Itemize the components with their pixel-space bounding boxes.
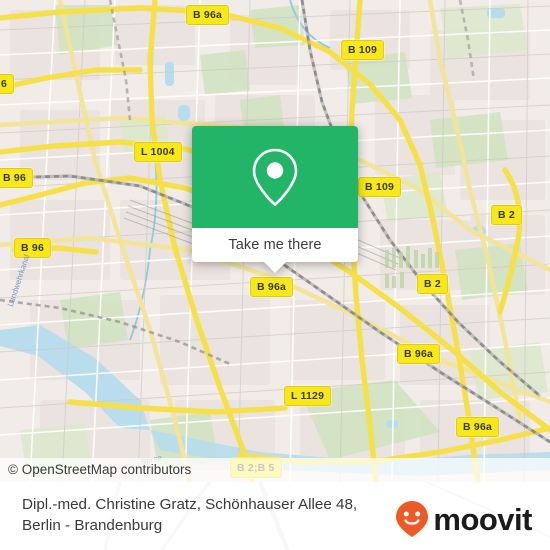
road-shield: B 109 [341, 40, 385, 60]
take-me-there-label: Take me there [228, 237, 322, 253]
take-me-there-button[interactable]: Take me there [192, 228, 358, 273]
moovit-wordmark: moovit [433, 501, 532, 537]
footer-bar: Dipl.-med. Christine Gratz, Schönhauser … [0, 482, 550, 550]
moovit-smiley-pin-icon [396, 501, 429, 537]
card-pointer-triangle [264, 262, 286, 273]
road-shield: B 96a [397, 344, 441, 364]
map-attribution[interactable]: © OpenStreetMap contributors [0, 458, 550, 482]
moovit-logo[interactable]: moovit [395, 500, 532, 538]
destination-card[interactable]: Take me there [192, 126, 358, 273]
road-shield: B 96a [456, 417, 500, 437]
caption-line-2: Berlin - Brandenburg [22, 517, 163, 534]
road-shield: L 1129 [284, 386, 332, 406]
caption-line-1: Dipl.-med. Christine Gratz, Schönhauser … [22, 496, 358, 513]
card-header [192, 126, 358, 228]
location-caption: Dipl.-med. Christine Gratz, Schönhauser … [22, 494, 412, 536]
road-shield: L 1004 [134, 142, 182, 162]
road-shield: B 96a [186, 5, 230, 25]
attribution-text: © OpenStreetMap contributors [8, 462, 192, 477]
road-shield: 6 [0, 74, 15, 94]
road-shield: B 2 [491, 205, 522, 225]
road-shield: B 2 [417, 274, 448, 294]
screenshot-root: .blk{fill:#e8e0dc} .grn{fill:#cfe3c0;opa… [0, 0, 550, 550]
road-shield: B 109 [358, 177, 402, 197]
road-shield: B 96a [250, 277, 294, 297]
road-shield: B 96 [0, 168, 33, 188]
map-pin-icon [252, 148, 298, 207]
road-shield: B 96 [14, 238, 51, 258]
